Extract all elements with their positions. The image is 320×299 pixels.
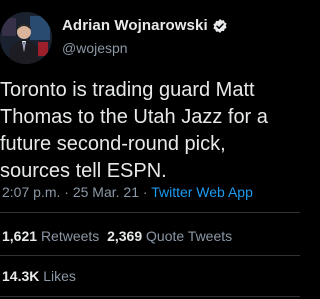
divider [0,296,300,297]
tweet-detail: Adrian Wojnarowski @wojespn Toronto is t… [0,0,300,299]
quote-tweets-stat[interactable]: 2,369 Quote Tweets [107,228,232,244]
author-handle[interactable]: @wojespn [62,40,128,56]
avatar-image [0,12,52,64]
author-display-name[interactable]: Adrian Wojnarowski [62,17,208,34]
divider [0,212,300,213]
meta-separator: · [60,184,73,200]
avatar[interactable] [0,12,52,64]
likes-label: Likes [43,268,76,284]
retweets-stat[interactable]: 1,621 Retweets [2,228,99,244]
tweet-text: Toronto is trading guard Matt Thomas to … [0,79,268,182]
meta-separator: · [138,184,152,200]
quote-tweets-count: 2,369 [107,228,143,244]
likes-stat[interactable]: 14.3K Likes [2,268,76,284]
tweet-date[interactable]: 25 Mar. 21 [73,184,139,200]
verified-badge-icon [212,18,228,34]
tweet-source-link[interactable]: Twitter Web App [151,184,253,200]
tweet-header: Adrian Wojnarowski @wojespn [0,12,300,68]
likes-count: 14.3K [2,268,40,284]
retweets-label: Retweets [40,228,100,244]
tweet-time[interactable]: 2:07 p.m. [2,184,60,200]
author-name-row[interactable]: Adrian Wojnarowski [62,17,228,34]
quote-tweets-label: Quote Tweets [146,228,233,244]
engagement-stats: 1,621 Retweets 2,369 Quote Tweets [2,228,232,244]
retweets-count: 1,621 [2,228,38,244]
divider [0,255,300,256]
tweet-meta: 2:07 p.m. · 25 Mar. 21 · Twitter Web App [2,184,253,200]
